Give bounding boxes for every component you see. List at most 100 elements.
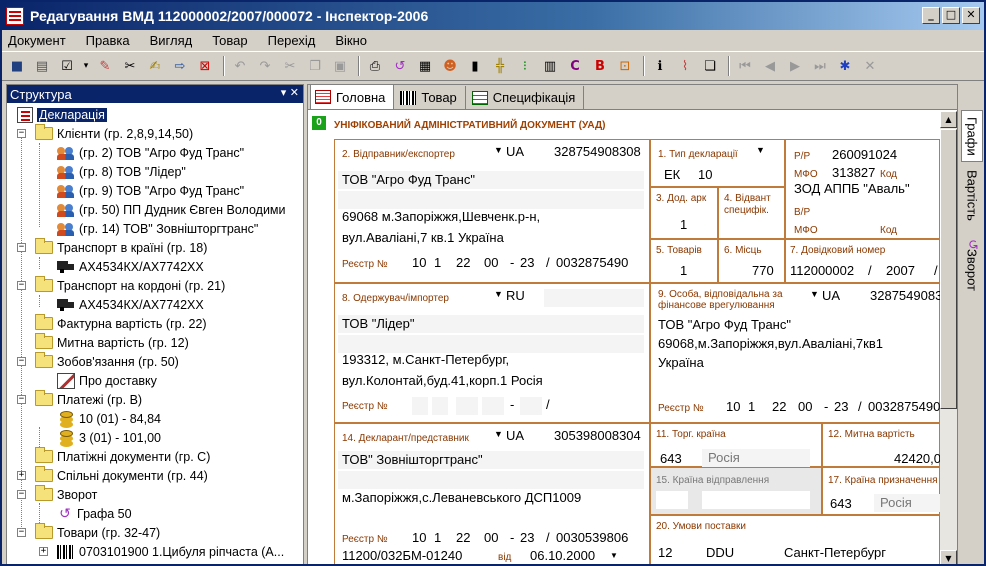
collapse-toggle[interactable]: −: [17, 243, 26, 252]
truck-icon[interactable]: ▮: [464, 55, 486, 77]
g1-type[interactable]: ЕК: [664, 167, 680, 182]
tree-node-payments[interactable]: Платежі (гр. В): [35, 390, 142, 409]
tree-node-transport-border[interactable]: Транспорт на кордоні (гр. 21): [35, 276, 225, 295]
tree-node-payment-docs[interactable]: Платіжні документи (гр. С): [35, 447, 210, 466]
clients-icon[interactable]: ☻: [439, 55, 461, 77]
tree-node-payment-1[interactable]: 10 (01) - 84,84: [57, 409, 161, 428]
next-record-icon[interactable]: ▶: [784, 55, 806, 77]
menu-goods[interactable]: Товар: [212, 33, 247, 48]
cancel-doc-icon[interactable]: ⊠: [194, 55, 216, 77]
g20-incoterm[interactable]: DDU: [706, 545, 734, 560]
maximize-button[interactable]: □: [942, 7, 960, 24]
g9-address-1[interactable]: 69068,м.Запоріжжя,вул.Аваліані,7кв1: [658, 336, 883, 351]
tree-node-transport-country[interactable]: Транспорт в країні (гр. 18): [35, 238, 207, 257]
redo-icon[interactable]: ↷: [254, 55, 276, 77]
menu-view[interactable]: Вигляд: [150, 33, 193, 48]
g17-name[interactable]: Росія: [880, 495, 912, 510]
copy-icon[interactable]: ❐: [304, 55, 326, 77]
g9-name[interactable]: ТОВ "Агро Фуд Транс": [658, 317, 791, 332]
bank-mfo[interactable]: 313827: [832, 165, 875, 180]
info-icon[interactable]: ℹ: [649, 55, 671, 77]
tree-node-vehicle-1[interactable]: АХ4534КХ/АХ7742ХХ: [57, 257, 204, 276]
g3-value[interactable]: 1: [680, 217, 687, 232]
g2-country[interactable]: UA: [506, 144, 524, 159]
g5-value[interactable]: 1: [680, 263, 687, 278]
scroll-thumb[interactable]: [940, 129, 957, 409]
tab-main[interactable]: Головна: [310, 84, 395, 109]
g14-date[interactable]: 06.10.2000: [530, 548, 595, 563]
g14-country[interactable]: UA: [506, 428, 524, 443]
menu-edit[interactable]: Правка: [86, 33, 130, 48]
g2-address-1[interactable]: 69068 м.Запоріжжя,Шевченк.р-н,: [342, 209, 540, 224]
tree-icon[interactable]: ╬: [489, 55, 511, 77]
chart-icon[interactable]: ⌇: [674, 55, 696, 77]
chevron-down-icon[interactable]: ▼: [494, 429, 503, 439]
print-icon[interactable]: ⎙: [364, 55, 386, 77]
g11-name[interactable]: Росія: [708, 450, 740, 465]
side-tab-reverse[interactable]: ↺ Зворот: [961, 230, 983, 300]
g12-value[interactable]: 42420,0: [894, 451, 940, 466]
g20-place[interactable]: Санкт-Петербург: [784, 545, 886, 560]
scroll-down-icon[interactable]: ▼: [940, 550, 957, 564]
hook-icon[interactable]: ↺: [389, 55, 411, 77]
export-icon[interactable]: ⇨: [169, 55, 191, 77]
lock-doc-icon[interactable]: ⊡: [614, 55, 636, 77]
g17-code[interactable]: 643: [830, 496, 852, 511]
barcode-icon[interactable]: ▥: [539, 55, 561, 77]
collapse-toggle[interactable]: −: [17, 129, 26, 138]
menu-document[interactable]: Документ: [8, 33, 66, 48]
collapse-toggle[interactable]: −: [17, 490, 26, 499]
last-record-icon[interactable]: ⏭: [809, 55, 831, 77]
tree-node-goods[interactable]: Товари (гр. 32-47): [35, 523, 160, 542]
expand-toggle[interactable]: +: [39, 547, 48, 556]
chevron-down-icon[interactable]: ▼: [494, 289, 503, 299]
tree-node-shared-docs[interactable]: Спільні документи (гр. 44): [35, 466, 208, 485]
tree-node-obligations[interactable]: Зобов'язання (гр. 50): [35, 352, 179, 371]
properties-icon[interactable]: ▦: [414, 55, 436, 77]
g2-address-2[interactable]: вул.Аваліані,7 кв.1 Україна: [342, 230, 504, 245]
chevron-down-icon[interactable]: ▼: [810, 289, 819, 299]
tree-node-client-g50[interactable]: (гр. 50) ПП Дудник Євген Володими: [57, 200, 286, 219]
collapse-toggle[interactable]: −: [17, 357, 26, 366]
traffic-light-icon[interactable]: ⁝: [514, 55, 536, 77]
side-tab-fields[interactable]: Графи: [961, 110, 983, 162]
g8-name[interactable]: ТОВ "Лідер": [342, 316, 414, 331]
menu-window[interactable]: Вікно: [335, 33, 367, 48]
tree-node-client-g8[interactable]: (гр. 8) ТОВ "Лідер": [57, 162, 186, 181]
g7-year[interactable]: 2007: [886, 263, 915, 278]
g14-address[interactable]: м.Запоріжжя,с.Леванeвського ДСП1009: [342, 490, 581, 505]
tree-node-field-50[interactable]: ↺ Графа 50: [57, 504, 131, 523]
title-bar[interactable]: Редагування ВМД 112000002/2007/000072 - …: [2, 2, 984, 30]
tree-node-client-g9[interactable]: (гр. 9) ТОВ "Агро Фуд Транс": [57, 181, 244, 200]
first-record-icon[interactable]: ⏮: [734, 55, 756, 77]
c-letter-icon[interactable]: C: [564, 55, 586, 77]
delete-record-icon[interactable]: ✕: [859, 55, 881, 77]
copy-doc-icon[interactable]: ▤: [31, 55, 53, 77]
side-tab-value[interactable]: Вартість: [961, 164, 983, 226]
g11-code[interactable]: 643: [660, 451, 682, 466]
collapse-toggle[interactable]: −: [17, 281, 26, 290]
edit-doc-icon[interactable]: ✎: [94, 55, 116, 77]
paste-icon[interactable]: ▣: [329, 55, 351, 77]
tree-node-clients[interactable]: Клієнти (гр. 2,8,9,14,50): [35, 124, 193, 143]
tab-goods[interactable]: Товар: [396, 86, 466, 109]
collapse-toggle[interactable]: −: [17, 528, 26, 537]
undo-icon[interactable]: ↶: [229, 55, 251, 77]
menu-navigate[interactable]: Перехід: [268, 33, 316, 48]
g20-code[interactable]: 12: [658, 545, 672, 560]
expand-toggle[interactable]: +: [17, 471, 26, 480]
bank-account[interactable]: 260091024: [832, 147, 897, 162]
g2-name[interactable]: ТОВ "Агро Фуд Транс": [342, 172, 475, 187]
g9-address-2[interactable]: Україна: [658, 355, 704, 370]
tree-node-reverse[interactable]: Зворот: [35, 485, 97, 504]
prev-record-icon[interactable]: ◀: [759, 55, 781, 77]
tree-node-client-g14[interactable]: (гр. 14) ТОВ" Зовнішторгтранс": [57, 219, 258, 238]
chevron-down-icon[interactable]: ▼: [494, 145, 503, 155]
vertical-scrollbar[interactable]: ▲ ▼: [940, 111, 957, 564]
g7-number[interactable]: 112000002: [790, 263, 854, 278]
new-record-icon[interactable]: ✱: [834, 55, 856, 77]
b-letter-icon[interactable]: B: [589, 55, 611, 77]
windows-icon[interactable]: ❏: [699, 55, 721, 77]
g1-code[interactable]: 10: [698, 167, 712, 182]
tree-node-customs-value[interactable]: Митна вартість (гр. 12): [35, 333, 189, 352]
